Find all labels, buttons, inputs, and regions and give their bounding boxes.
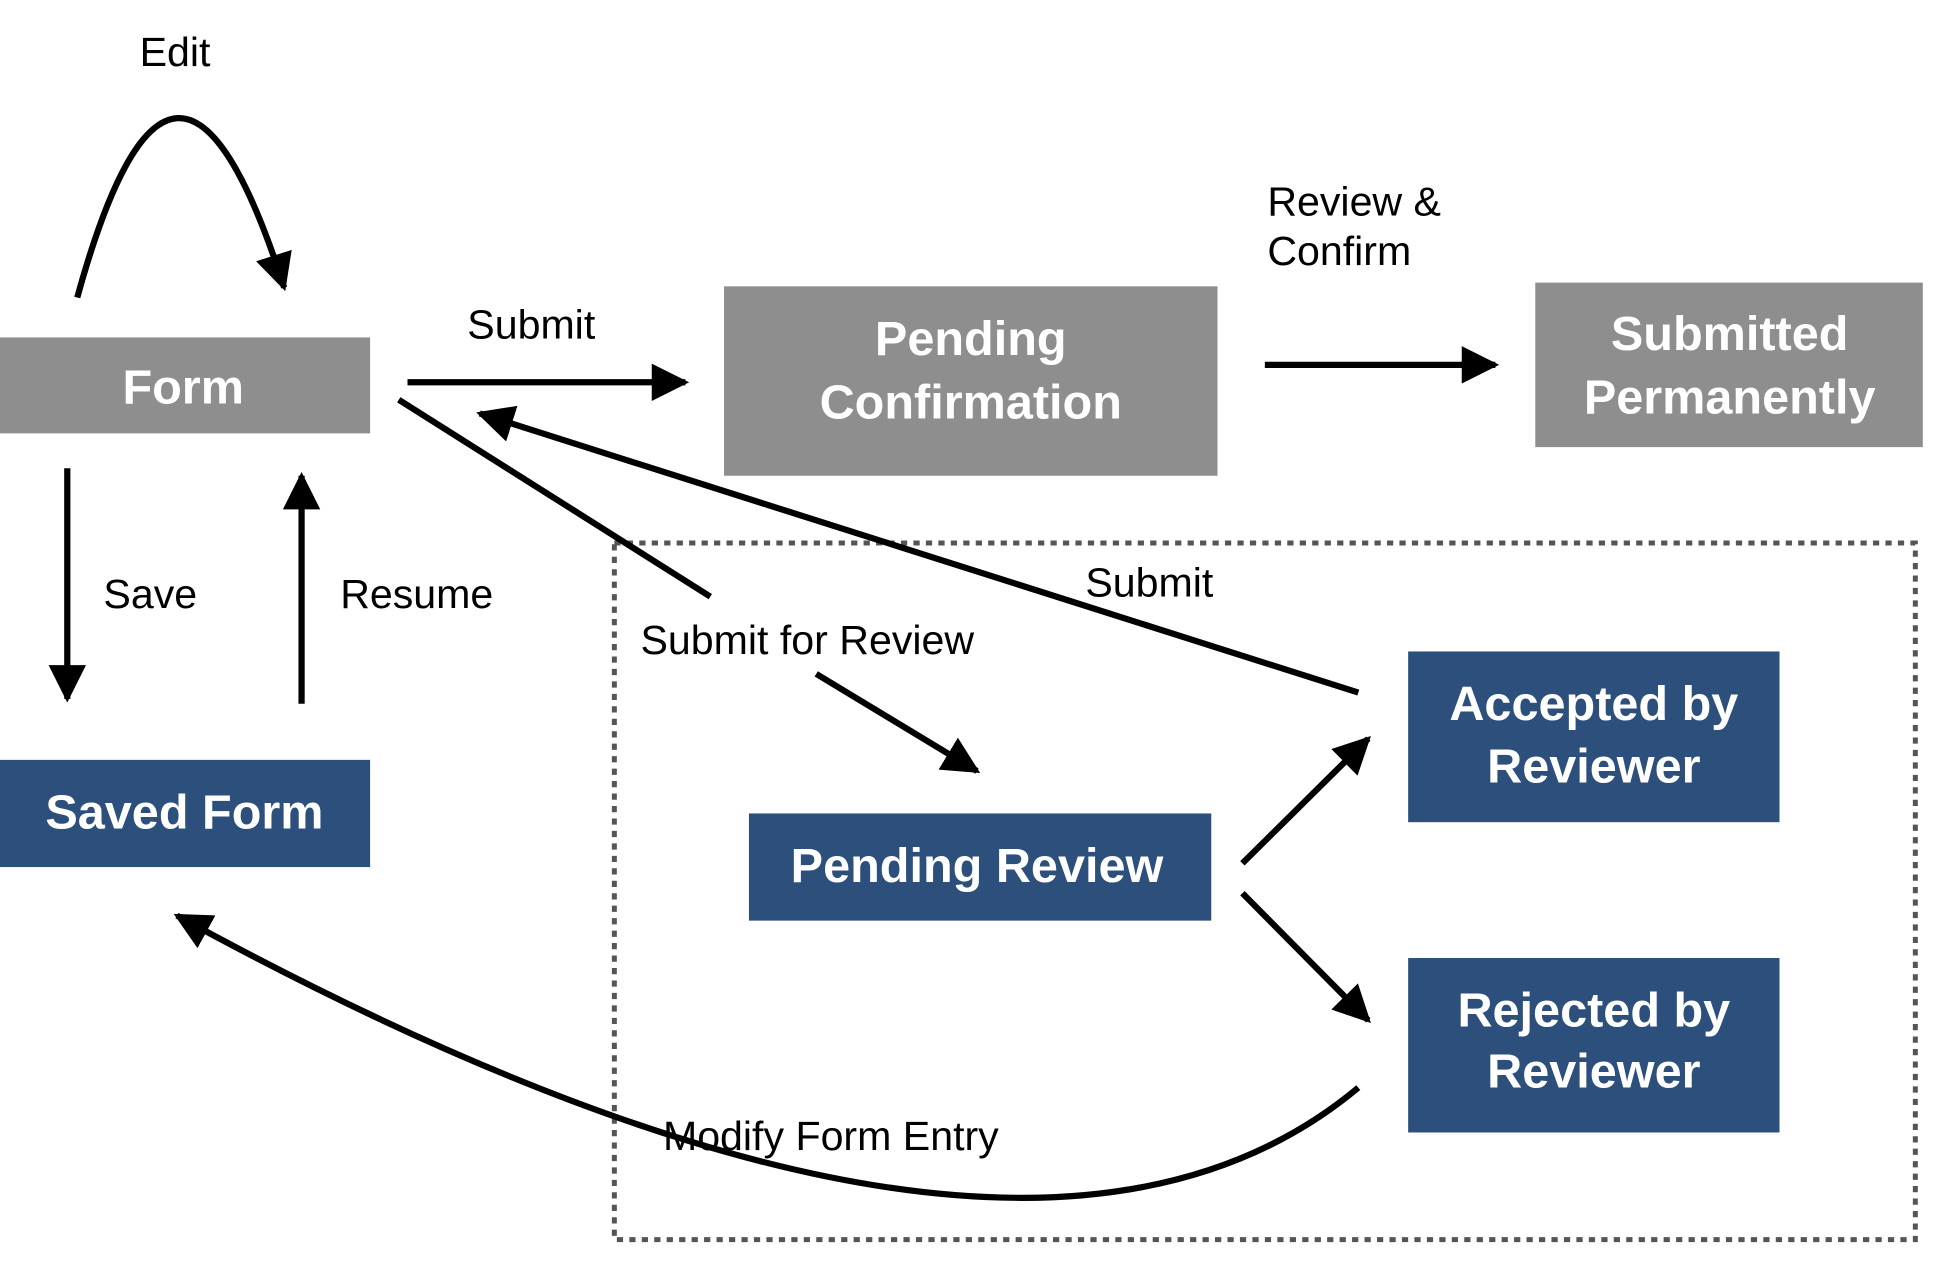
node-pending-review[interactable]: Pending Review — [748, 813, 1212, 921]
node-submitted-permanently[interactable]: Submitted Permanently — [1535, 282, 1923, 448]
node-label: Pending — [875, 312, 1067, 366]
edge-label-edit: Edit — [140, 29, 211, 75]
edge-label-review-confirm: Review & — [1267, 178, 1441, 224]
node-label: Reviewer — [1487, 1045, 1700, 1099]
edge-reject-arrow — [1240, 891, 1371, 1023]
node-label: Confirmation — [820, 375, 1122, 429]
node-rejected-by-reviewer[interactable]: Rejected by Reviewer — [1408, 958, 1780, 1133]
node-label: Saved Form — [45, 785, 323, 839]
node-label: Submitted — [1611, 307, 1849, 361]
edge-accept-arrow — [1240, 736, 1371, 866]
node-saved-form[interactable]: Saved Form — [0, 759, 371, 868]
node-label: Pending Review — [791, 839, 1164, 893]
workflow-diagram: Form Pending Confirmation Submitted Perm… — [0, 29, 1923, 1243]
edge-label-submit-accepted: Submit — [1085, 560, 1214, 606]
edge-label-resume: Resume — [340, 571, 493, 617]
edge-label-review-confirm: Confirm — [1267, 228, 1411, 274]
edge-submit-for-review-line — [397, 397, 712, 600]
edge-label-submit: Submit — [467, 302, 596, 348]
edge-edit-arrow — [74, 115, 292, 299]
edge-label-save: Save — [103, 571, 197, 617]
node-label: Permanently — [1584, 370, 1876, 424]
node-label: Form — [122, 360, 243, 414]
node-form[interactable]: Form — [0, 337, 371, 434]
edge-label-submit-for-review: Submit for Review — [641, 617, 975, 663]
node-pending-confirmation[interactable]: Pending Confirmation — [724, 286, 1218, 476]
node-label: Rejected by — [1457, 984, 1730, 1038]
edge-label-modify: Modify Form Entry — [663, 1113, 999, 1159]
node-accepted-by-reviewer[interactable]: Accepted by Reviewer — [1408, 651, 1780, 823]
edge-submit-for-review-arrow — [814, 671, 981, 774]
node-label: Reviewer — [1487, 739, 1700, 793]
node-label: Accepted by — [1449, 677, 1738, 731]
